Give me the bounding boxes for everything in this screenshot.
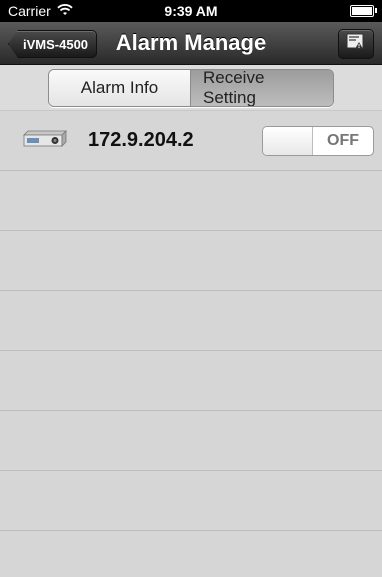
device-row[interactable]: 172.9.204.2 OFF xyxy=(0,111,382,171)
toggle-state-label: OFF xyxy=(327,132,359,149)
segmented-control: Alarm Info Receive Setting xyxy=(48,68,334,107)
device-list: 172.9.204.2 OFF xyxy=(0,111,382,577)
empty-row xyxy=(0,531,382,577)
tab-alarm-info-label: Alarm Info xyxy=(80,77,159,97)
empty-row xyxy=(0,411,382,471)
dvr-device-icon xyxy=(22,127,70,154)
toggle-knob xyxy=(263,127,313,155)
status-left: Carrier xyxy=(8,3,73,19)
empty-row xyxy=(0,351,382,411)
tab-alarm-info[interactable]: Alarm Info xyxy=(49,69,191,106)
battery-icon xyxy=(350,5,377,17)
status-bar: Carrier 9:39 AM xyxy=(0,0,382,22)
page-title: Alarm Manage xyxy=(115,30,267,55)
empty-row xyxy=(0,471,382,531)
empty-row xyxy=(0,231,382,291)
phone-screen: Carrier 9:39 AM iVMS-4500 Alarm Manage A… xyxy=(0,0,382,577)
empty-row xyxy=(0,171,382,231)
wifi-icon xyxy=(57,3,73,19)
alarm-receive-toggle[interactable]: OFF xyxy=(262,126,374,156)
empty-row xyxy=(0,291,382,351)
segment-bar: Alarm Info Receive Setting xyxy=(0,65,382,111)
navigation-bar: iVMS-4500 Alarm Manage xyxy=(0,22,382,65)
carrier-label: Carrier xyxy=(8,3,51,19)
tab-receive-setting-label: Receive Setting xyxy=(203,68,265,107)
device-ip-label: 172.9.204.2 xyxy=(88,129,194,151)
alarm-settings-icon xyxy=(346,33,366,56)
alarm-settings-button[interactable] xyxy=(338,29,374,59)
tab-receive-setting[interactable]: Receive Setting xyxy=(191,68,333,107)
